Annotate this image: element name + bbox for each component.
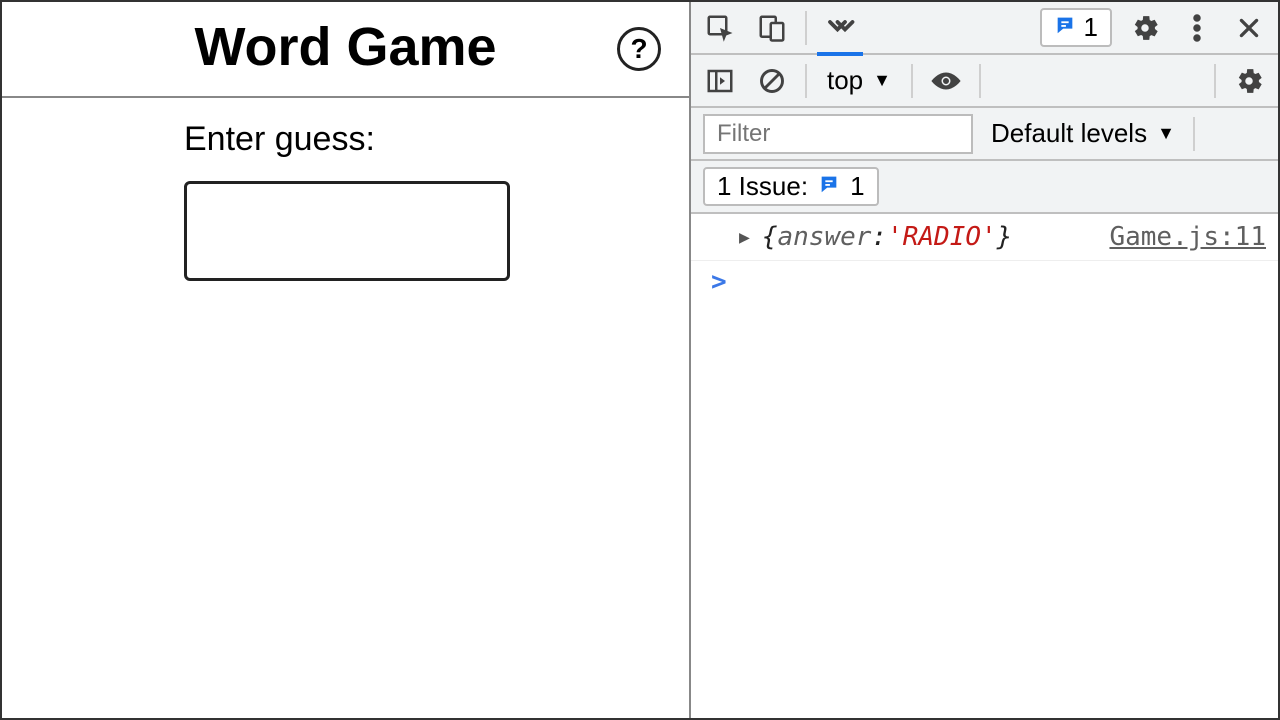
message-icon: [1054, 12, 1076, 43]
word-game-app: Word Game ? Enter guess:: [2, 2, 691, 718]
console-log-entry[interactable]: ▶ { answer : 'RADIO' } Game.js:11: [691, 214, 1278, 261]
divider: [911, 64, 913, 98]
console-filter-bar: Default levels ▼: [691, 108, 1278, 161]
divider: [979, 64, 981, 98]
log-levels-label: Default levels: [991, 118, 1147, 149]
divider: [1214, 64, 1216, 98]
settings-icon[interactable]: [1126, 9, 1164, 47]
console-output[interactable]: ▶ { answer : 'RADIO' } Game.js:11 >: [691, 214, 1278, 718]
divider: [1193, 117, 1195, 151]
expand-caret-icon[interactable]: ▶: [739, 227, 750, 248]
app-header: Word Game ?: [2, 2, 689, 98]
chevron-down-icon: ▼: [873, 70, 891, 91]
guess-input[interactable]: [184, 181, 510, 281]
log-key: answer: [778, 222, 872, 252]
issue-chip-label: 1 Issue:: [717, 171, 808, 202]
issues-badge-count: 1: [1084, 12, 1098, 43]
log-levels-selector[interactable]: Default levels ▼: [991, 118, 1175, 149]
toggle-drawer-icon[interactable]: [701, 62, 739, 100]
close-devtools-icon[interactable]: [1230, 9, 1268, 47]
console-filter-input[interactable]: [703, 114, 973, 154]
clear-console-icon[interactable]: [753, 62, 791, 100]
divider: [805, 11, 807, 45]
context-selector[interactable]: top ▼: [821, 65, 897, 96]
page-title: Word Game: [2, 16, 689, 78]
console-settings-icon[interactable]: [1230, 62, 1268, 100]
devtools-tabstrip: 1: [691, 2, 1278, 55]
device-toolbar-icon[interactable]: [753, 9, 791, 47]
help-button[interactable]: ?: [617, 27, 661, 71]
inspect-element-icon[interactable]: [701, 9, 739, 47]
prompt-caret-icon: >: [711, 267, 727, 297]
more-tabs-icon[interactable]: [821, 9, 859, 47]
issue-chip[interactable]: 1 Issue: 1: [703, 167, 879, 206]
chevron-down-icon: ▼: [1157, 123, 1175, 144]
divider: [805, 64, 807, 98]
log-brace-open: {: [762, 222, 778, 252]
help-icon: ?: [630, 33, 647, 65]
console-prompt[interactable]: >: [691, 261, 1278, 297]
issue-chip-count: 1: [850, 171, 864, 202]
console-issue-row: 1 Issue: 1: [691, 161, 1278, 214]
context-selector-label: top: [827, 65, 863, 96]
live-expression-icon[interactable]: [927, 62, 965, 100]
log-value: 'RADIO': [887, 222, 997, 252]
log-brace-close: }: [997, 222, 1013, 252]
issues-badge[interactable]: 1: [1040, 8, 1112, 47]
console-toolbar: top ▼: [691, 55, 1278, 108]
guess-label: Enter guess:: [184, 120, 689, 159]
devtools-panel: 1 top ▼: [691, 2, 1278, 718]
kebab-menu-icon[interactable]: [1178, 9, 1216, 47]
log-colon: :: [871, 222, 887, 252]
message-icon: [818, 171, 840, 202]
log-source-link[interactable]: Game.js:11: [1109, 222, 1266, 252]
app-body: Enter guess:: [2, 98, 689, 281]
